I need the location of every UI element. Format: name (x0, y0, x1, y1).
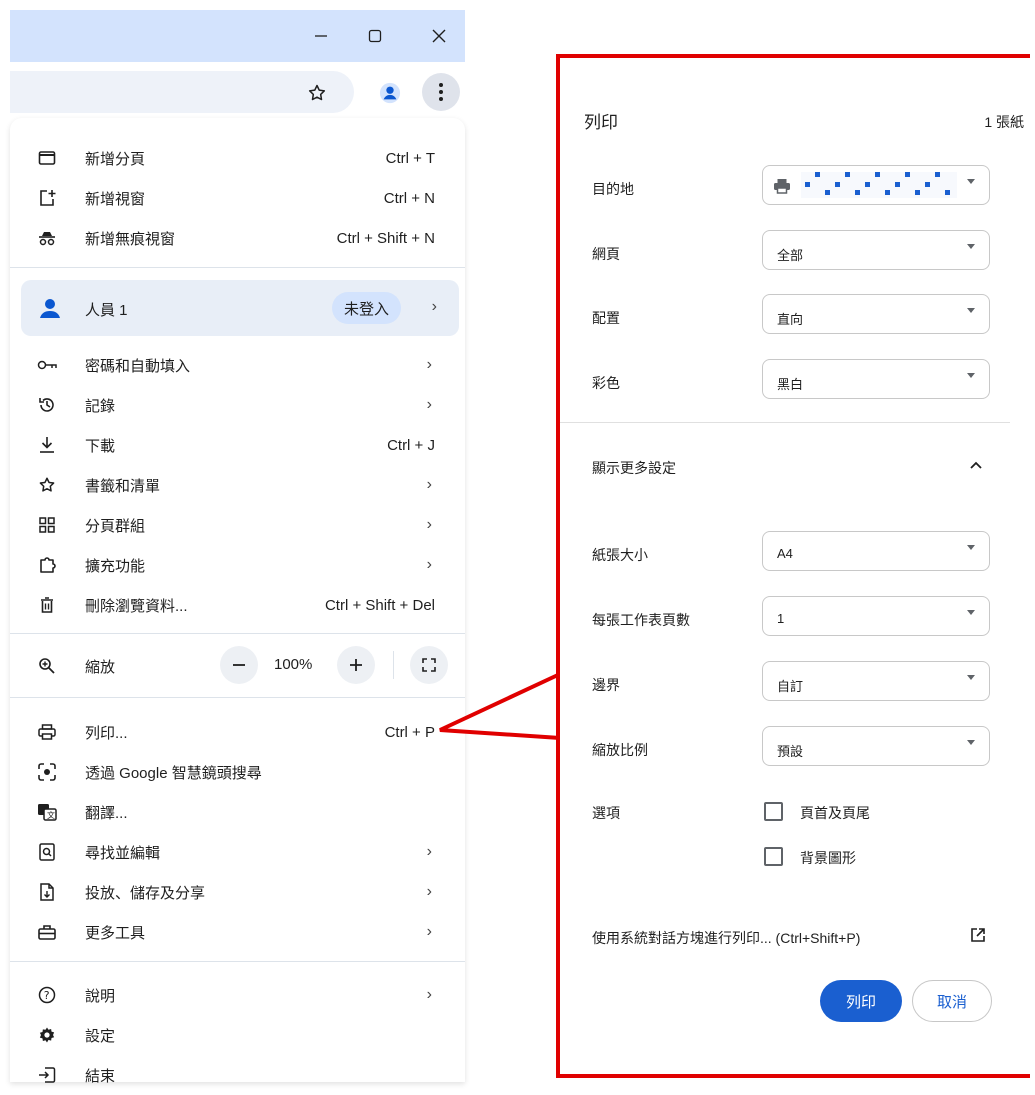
options-label: 選項 (592, 805, 620, 821)
destination-label: 目的地 (592, 181, 634, 197)
headers-footers-checkbox[interactable] (764, 802, 783, 821)
more-settings-label: 顯示更多設定 (592, 460, 676, 476)
paper-size-value: A4 (777, 546, 793, 561)
print-dialog-title: 列印 (584, 113, 618, 132)
layout-value: 直向 (777, 312, 804, 327)
redacted-printer-name (801, 172, 957, 198)
chevron-up-icon (970, 461, 982, 469)
paper-size-label: 紙張大小 (592, 547, 648, 563)
headers-footers-label: 頁首及頁尾 (800, 805, 870, 821)
scale-value: 預設 (777, 744, 804, 759)
chevron-down-icon (967, 545, 975, 550)
chevron-down-icon (967, 244, 975, 249)
color-select[interactable]: 黑白 (762, 359, 990, 399)
chevron-down-icon (967, 308, 975, 313)
background-graphics-checkbox[interactable] (764, 847, 783, 866)
layout-label: 配置 (592, 310, 620, 326)
system-dialog-label: 使用系統對話方塊進行列印... (Ctrl+Shift+P) (592, 930, 861, 946)
chevron-down-icon (967, 179, 975, 184)
margins-select[interactable]: 自訂 (762, 661, 990, 701)
pages-label: 網頁 (592, 246, 620, 262)
background-graphics-label: 背景圖形 (800, 850, 856, 866)
chevron-down-icon (967, 740, 975, 745)
print-dialog: 列印 1 張紙 目的地 網頁 全部 配置 直向 彩色 黑白 顯示更多設定 紙張大… (556, 54, 1030, 1078)
open-in-new-icon (971, 928, 985, 942)
sheet-count: 1 張紙 (984, 114, 1024, 130)
layout-select[interactable]: 直向 (762, 294, 990, 334)
section-divider (560, 422, 1010, 423)
margins-value: 自訂 (777, 679, 804, 694)
color-label: 彩色 (592, 375, 620, 391)
chevron-down-icon (967, 373, 975, 378)
more-settings-toggle[interactable]: 顯示更多設定 (560, 444, 1010, 488)
pages-per-sheet-select[interactable]: 1 (762, 596, 990, 636)
system-dialog-link[interactable]: 使用系統對話方塊進行列印... (Ctrl+Shift+P) (560, 916, 1010, 956)
pages-value: 全部 (777, 248, 804, 263)
pages-per-sheet-value: 1 (777, 611, 785, 626)
chevron-down-icon (967, 610, 975, 615)
scale-select[interactable]: 預設 (762, 726, 990, 766)
paper-size-select[interactable]: A4 (762, 531, 990, 571)
pages-select[interactable]: 全部 (762, 230, 990, 270)
chevron-down-icon (967, 675, 975, 680)
color-value: 黑白 (777, 377, 804, 392)
pages-per-sheet-label: 每張工作表頁數 (592, 612, 690, 628)
print-button[interactable]: 列印 (820, 980, 902, 1022)
scale-label: 縮放比例 (592, 742, 648, 758)
margins-label: 邊界 (592, 677, 620, 693)
cancel-button[interactable]: 取消 (912, 980, 992, 1022)
printer-icon (773, 178, 791, 194)
destination-select[interactable] (762, 165, 990, 205)
